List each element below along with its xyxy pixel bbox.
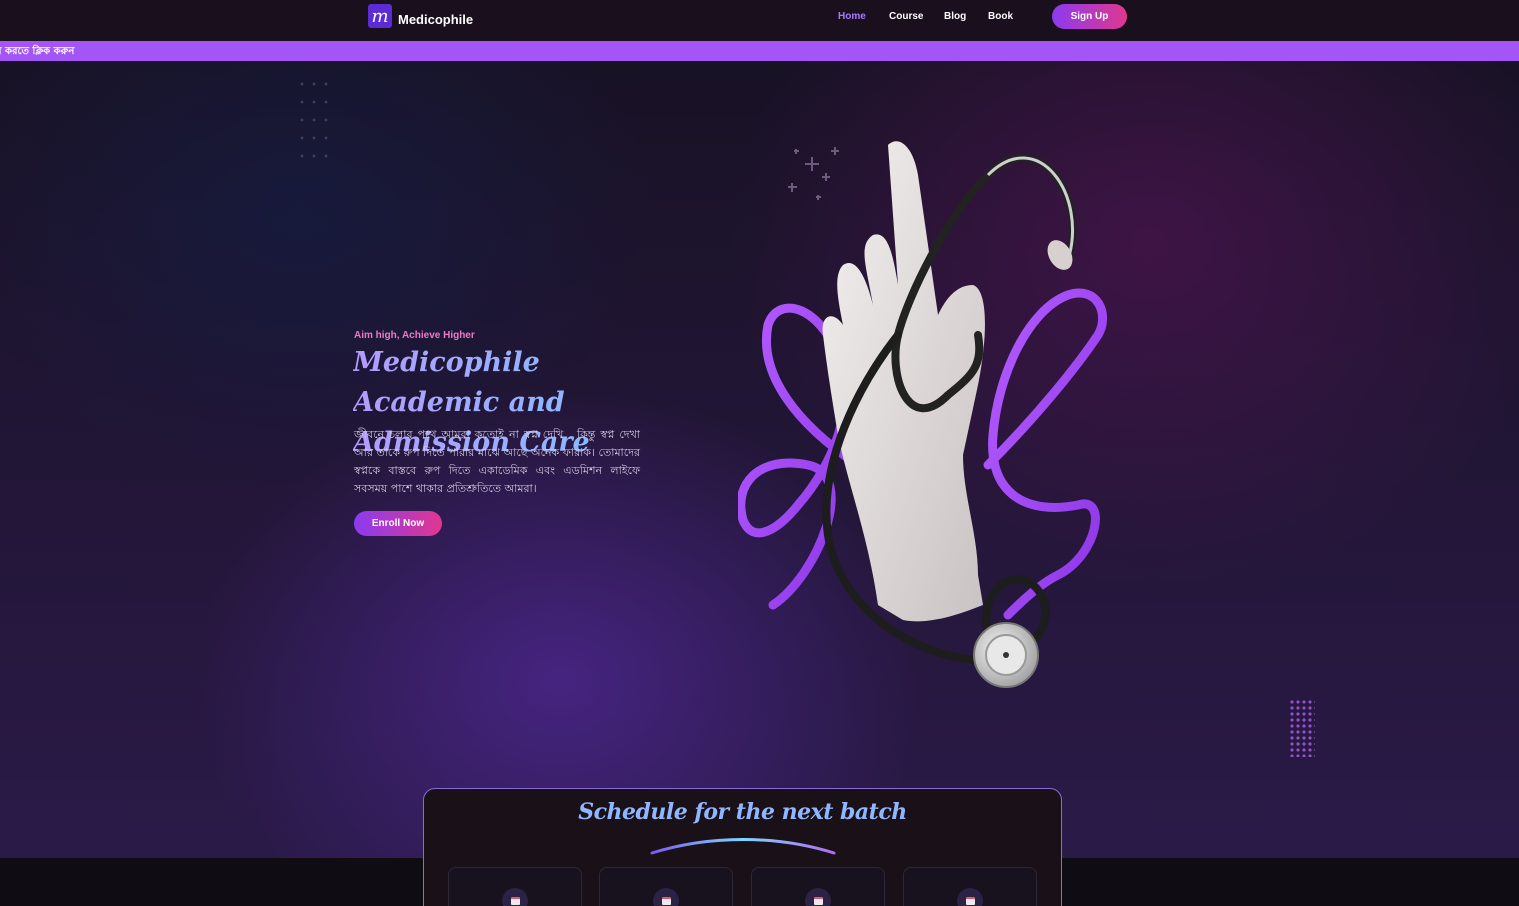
batch-card[interactable]: [903, 867, 1037, 906]
nav-link-blog[interactable]: Blog: [944, 11, 988, 22]
calendar-icon: [805, 888, 831, 906]
brand-name: Medicophile: [398, 11, 474, 27]
batch-card[interactable]: [599, 867, 733, 906]
calendar-icon: [502, 888, 528, 906]
hero-eyebrow: Aim high, Achieve Higher: [354, 330, 475, 341]
marquee-text[interactable]: র করতে ক্লিক করুন: [0, 44, 74, 61]
schedule-title: Schedule for the next batch: [578, 799, 907, 825]
nav-link-book[interactable]: Book: [988, 11, 1013, 22]
navbar: m Medicophile Home Course Blog Book Sign…: [0, 0, 1519, 41]
logo-mark-icon: m: [368, 4, 392, 28]
decorative-dot-cluster-icon: [1289, 699, 1315, 757]
calendar-icon: [653, 888, 679, 906]
hero-section: Aim high, Achieve Higher Medicophile Aca…: [0, 61, 1519, 858]
gloved-hand-stethoscope-icon: [738, 141, 1107, 688]
batch-card[interactable]: [751, 867, 885, 906]
sparkle-icon: [788, 147, 839, 200]
decorative-dot-grid-icon: [296, 75, 328, 171]
main-nav: Home Course Blog Book: [838, 11, 1013, 22]
nav-link-home[interactable]: Home: [838, 11, 889, 22]
title-underline-arc-icon: [650, 838, 836, 855]
schedule-panel: Schedule for the next batch: [423, 788, 1062, 906]
enroll-now-button[interactable]: Enroll Now: [354, 511, 442, 536]
brand-logo[interactable]: m Medicophile: [368, 4, 473, 28]
nav-link-course[interactable]: Course: [889, 11, 944, 22]
calendar-icon: [957, 888, 983, 906]
hero-description: জীবনে চলার পথে আমরা কতোই না স্বপ্ন দেখি …: [354, 428, 640, 495]
batch-card[interactable]: [448, 867, 582, 906]
sign-up-button[interactable]: Sign Up: [1052, 4, 1127, 29]
announcement-marquee[interactable]: র করতে ক্লিক করুন: [0, 41, 1519, 61]
